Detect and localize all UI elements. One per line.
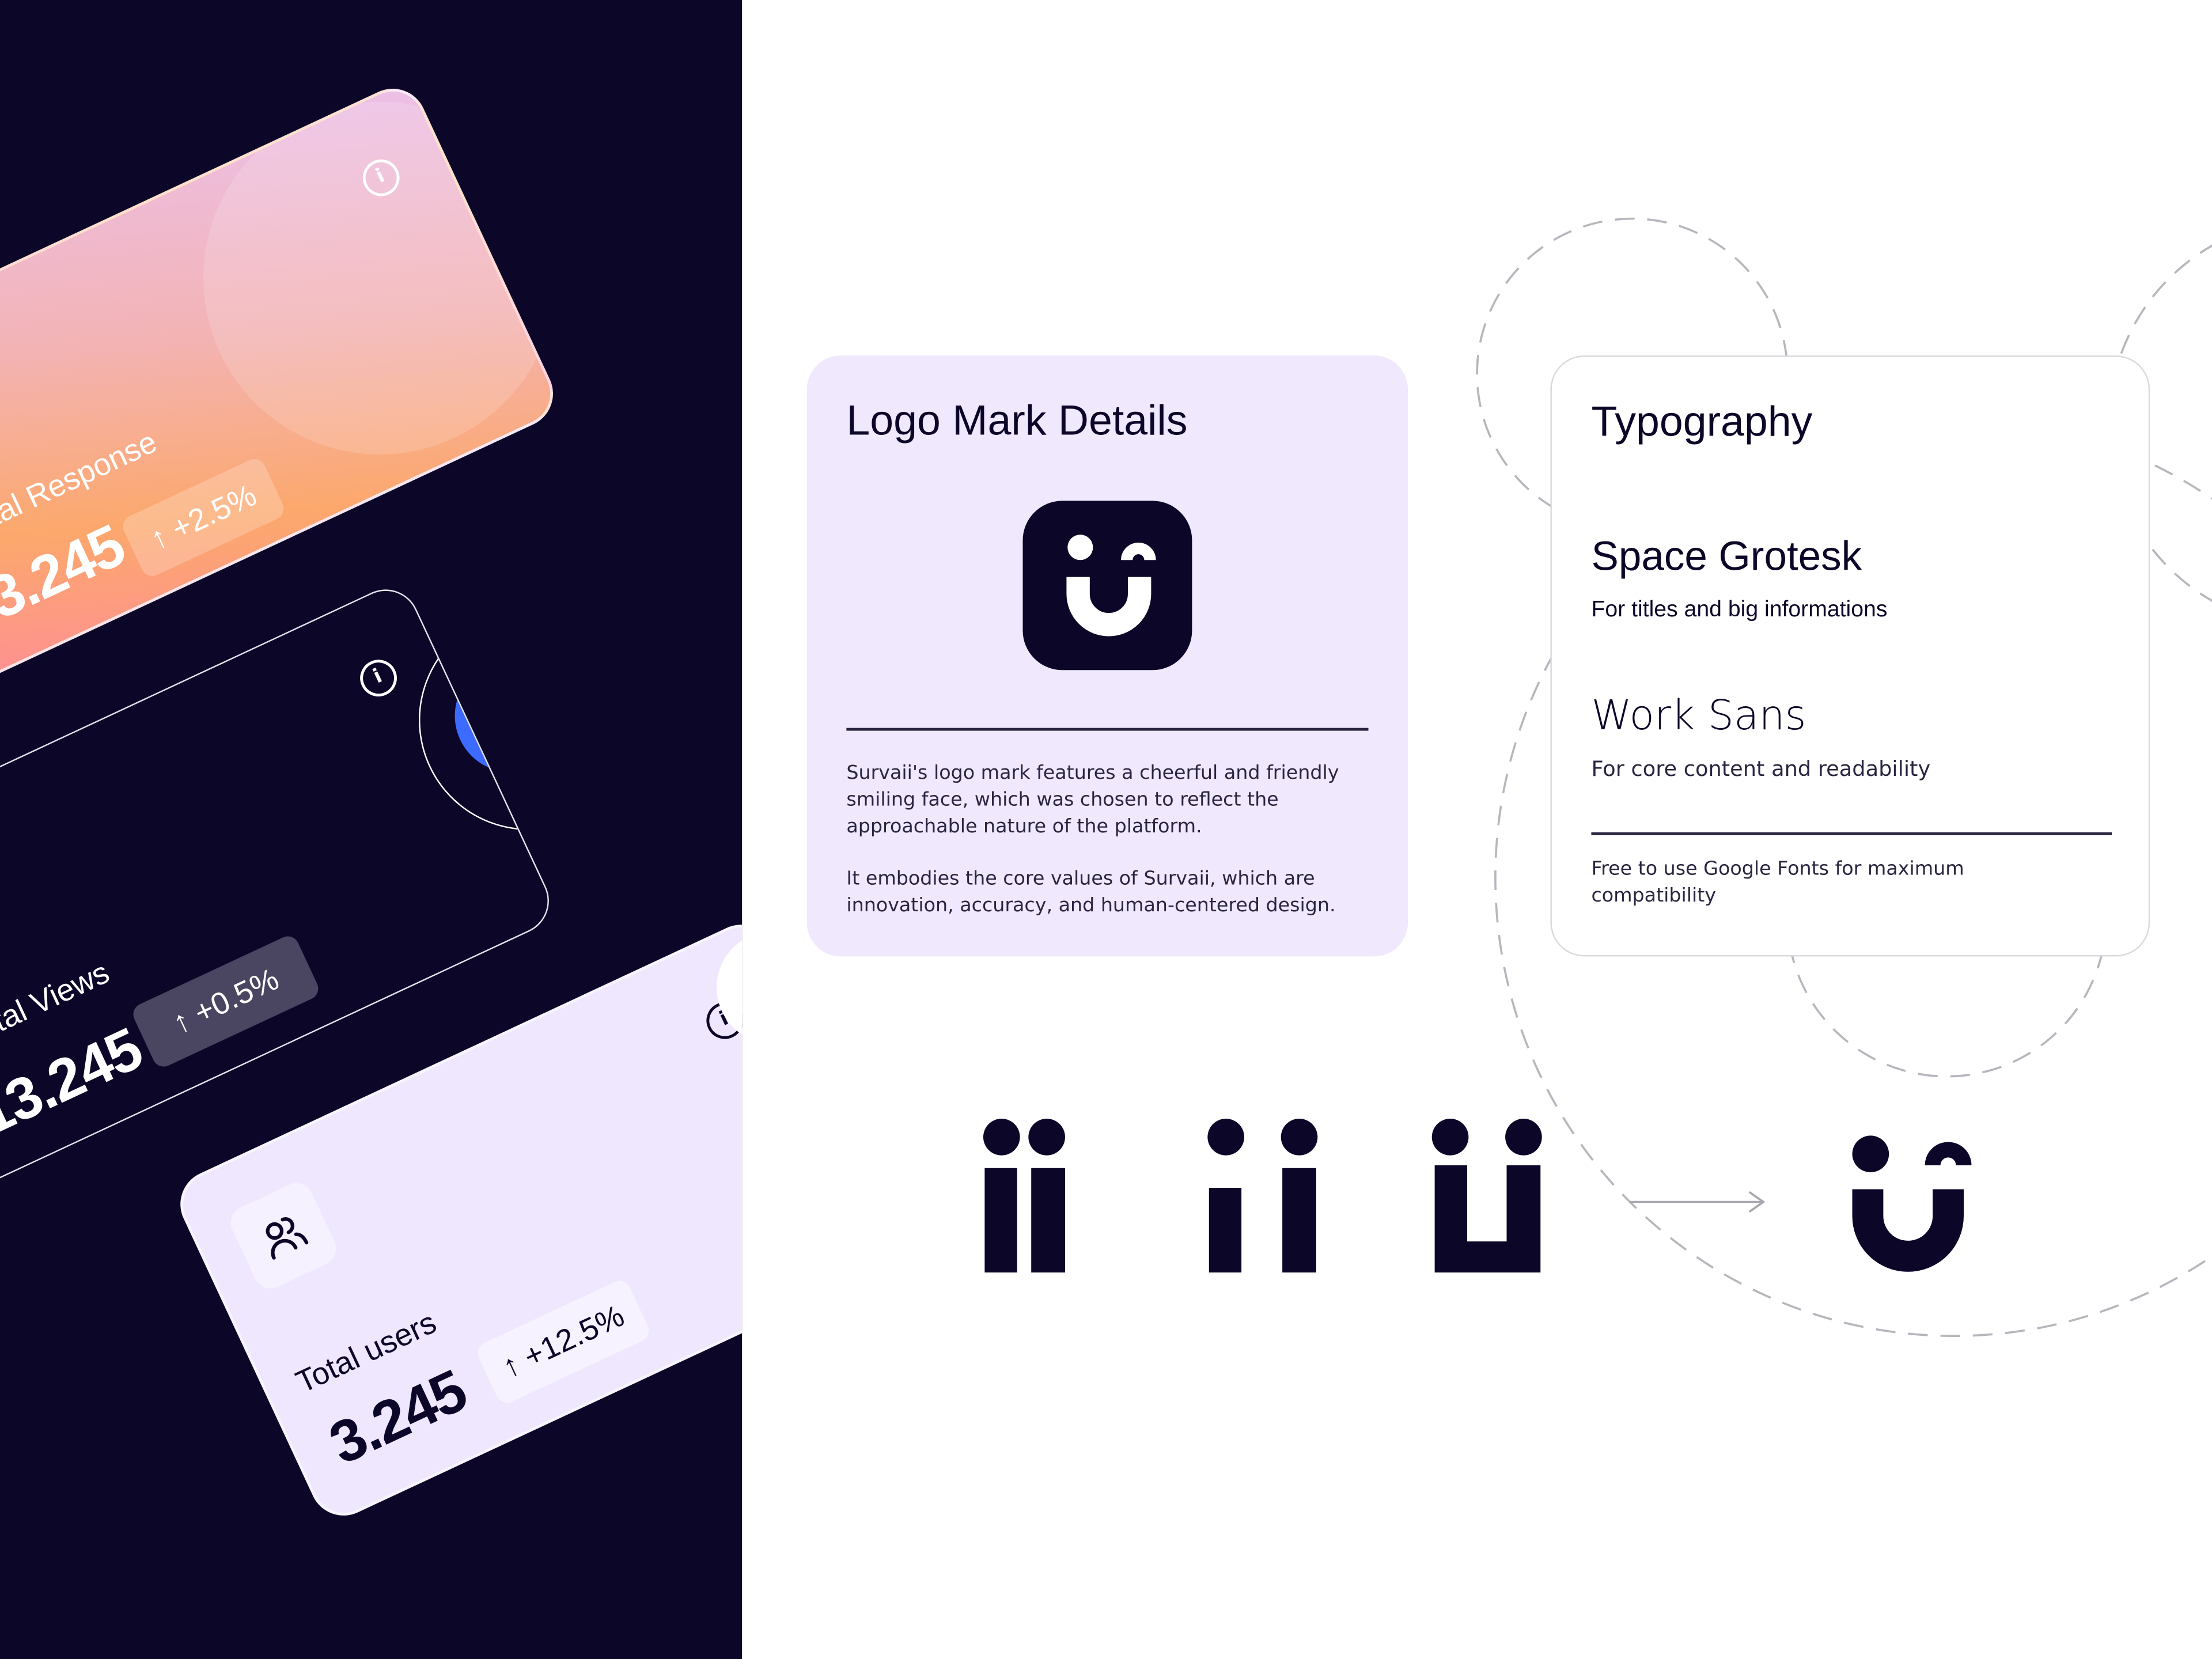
final-smiley-logo: [1852, 1135, 1972, 1272]
logo-step-1: [983, 1119, 1065, 1272]
logo-construction-steps: [983, 1119, 1972, 1272]
logo-step-3: [1431, 1119, 1542, 1272]
brand-guidelines-page: i Total Response 3.245 ↑ +2.5% i Total V…: [0, 0, 2212, 1659]
arrow-right-icon: [1629, 1191, 1766, 1213]
logo-step-2: [1207, 1119, 1318, 1272]
